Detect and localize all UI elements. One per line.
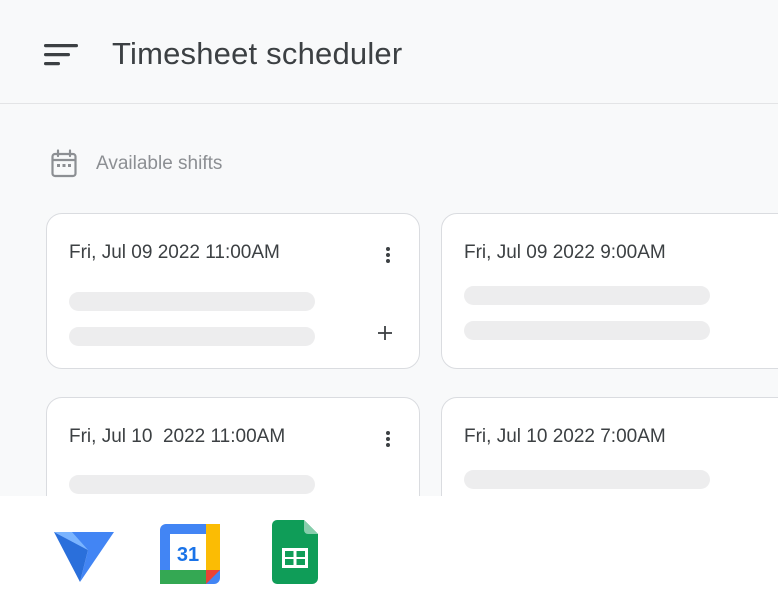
shift-datetime: Fri, Jul 09 2022 11:00AM	[69, 242, 280, 263]
appsheet-logo-icon	[52, 528, 116, 589]
skeleton-line	[69, 327, 315, 346]
calendar-day-number: 31	[177, 544, 199, 566]
shift-card[interactable]: Fri, Jul 09 2022 9:00AM	[441, 213, 778, 369]
skeleton-line	[464, 321, 710, 340]
app-screen: Timesheet scheduler Available shifts Fri…	[0, 0, 778, 496]
page-title: Timesheet scheduler	[112, 36, 403, 71]
shift-datetime: Fri, Jul 10 2022 7:00AM	[464, 426, 666, 447]
more-vert-icon[interactable]	[383, 244, 393, 266]
skeleton-line	[69, 475, 315, 494]
google-sheets-logo-icon	[272, 520, 318, 589]
skeleton-line	[464, 470, 710, 489]
shift-datetime: Fri, Jul 10 2022 11:00AM	[69, 426, 286, 447]
shift-datetime: Fri, Jul 09 2022 9:00AM	[464, 242, 666, 263]
more-vert-icon[interactable]	[383, 428, 393, 450]
integrations-row: 31	[0, 496, 778, 610]
shift-card[interactable]: Fri, Jul 10 2022 7:00AM	[441, 397, 778, 496]
calendar-icon	[50, 148, 78, 180]
add-icon[interactable]	[374, 322, 396, 344]
app-header: Timesheet scheduler	[0, 0, 778, 104]
skeleton-line	[464, 286, 710, 305]
shift-card[interactable]: Fri, Jul 10 2022 11:00AM	[46, 397, 420, 496]
skeleton-line	[69, 292, 315, 311]
google-calendar-logo-icon: 31	[160, 524, 220, 589]
section-label: Available shifts	[96, 153, 223, 174]
shift-card[interactable]: Fri, Jul 09 2022 11:00AM	[46, 213, 420, 369]
sort-menu-icon[interactable]	[40, 38, 82, 72]
